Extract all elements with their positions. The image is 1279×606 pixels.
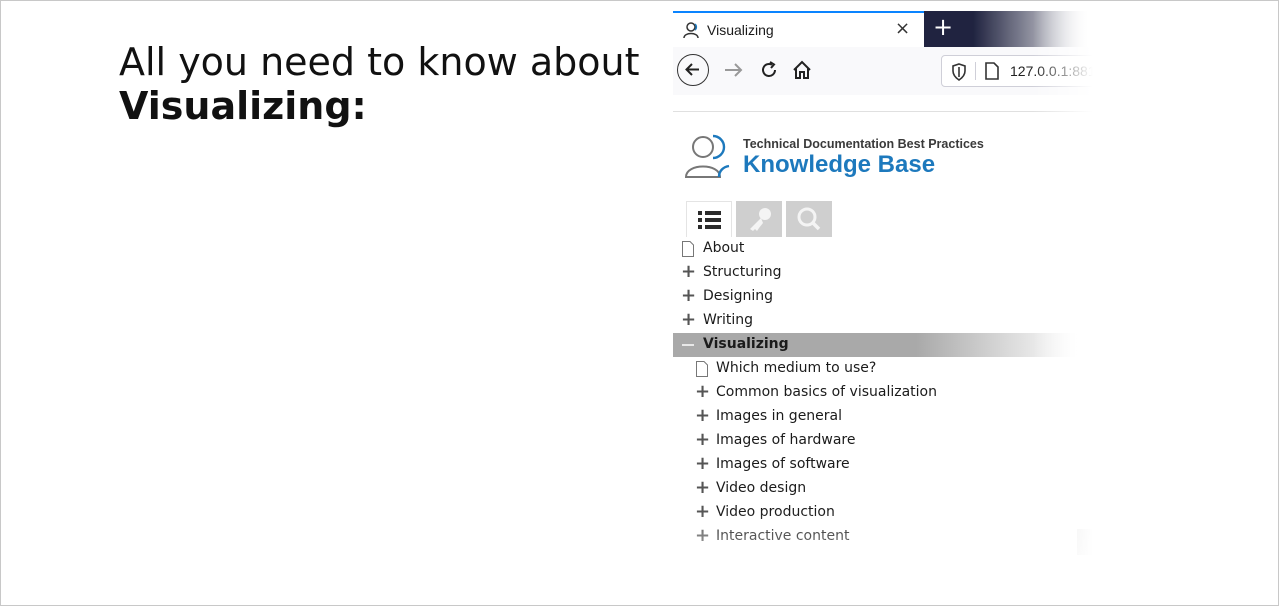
- url-text[interactable]: 127.0.0.1:881: [1010, 63, 1096, 79]
- tree-item-images-hardware[interactable]: + Images of hardware: [673, 429, 1078, 453]
- expand-plus-icon[interactable]: +: [695, 503, 710, 521]
- expand-plus-icon[interactable]: +: [695, 479, 710, 497]
- tree-item-interactive-content[interactable]: + Interactive content: [673, 525, 1078, 549]
- tab-bar: Visualizing × +: [673, 11, 1103, 47]
- toc-tree: About + Structuring + Designing + Writin…: [673, 237, 1078, 549]
- tree-item-label: Structuring: [703, 264, 782, 280]
- shield-icon[interactable]: [951, 63, 967, 81]
- navigation-bar: 127.0.0.1:881: [673, 47, 1103, 95]
- tab-title: Visualizing: [707, 22, 774, 38]
- tree-item-structuring[interactable]: + Structuring: [673, 261, 1078, 285]
- help-page: Technical Documentation Best Practices K…: [673, 113, 1103, 591]
- forward-arrow-icon[interactable]: [722, 58, 746, 82]
- url-separator: [975, 62, 976, 80]
- tree-item-label: About: [703, 240, 745, 256]
- collapse-minus-icon[interactable]: [682, 344, 694, 346]
- tree-item-label: Common basics of visualization: [716, 384, 937, 400]
- new-tab-button[interactable]: +: [933, 13, 953, 41]
- headline-line-1: All you need to know about: [119, 40, 640, 84]
- back-button[interactable]: [677, 54, 709, 86]
- expand-plus-icon[interactable]: +: [681, 311, 696, 329]
- sync-toc-icon[interactable]: [1077, 529, 1099, 555]
- index-tab-button[interactable]: [736, 201, 782, 237]
- kb-subtitle: Technical Documentation Best Practices: [743, 137, 984, 151]
- tabbar-fade: [973, 11, 1103, 47]
- tree-item-label: Writing: [703, 312, 753, 328]
- tree-item-images-software[interactable]: + Images of software: [673, 453, 1078, 477]
- home-icon[interactable]: [790, 58, 814, 82]
- tree-item-label: Which medium to use?: [716, 360, 877, 376]
- expand-plus-icon[interactable]: +: [681, 287, 696, 305]
- kb-title: Knowledge Base: [743, 151, 936, 178]
- browser-tab[interactable]: Visualizing ×: [673, 11, 924, 47]
- key-icon: [750, 208, 771, 231]
- tree-item-label: Video production: [716, 504, 835, 520]
- tree-item-which-medium[interactable]: Which medium to use?: [673, 357, 1078, 381]
- tree-item-label: Visualizing: [703, 336, 789, 352]
- tree-item-video-design[interactable]: + Video design: [673, 477, 1078, 501]
- tree-item-label: Images of hardware: [716, 432, 856, 448]
- browser-screenshot: Visualizing × + 127.0.0.1:881 Technical …: [673, 11, 1103, 591]
- expand-plus-icon[interactable]: +: [695, 383, 710, 401]
- contents-tab-button[interactable]: [686, 201, 732, 237]
- tree-item-label: Images of software: [716, 456, 850, 472]
- tree-item-visualizing[interactable]: Visualizing: [673, 333, 1078, 357]
- page-icon: [682, 241, 694, 257]
- expand-plus-icon[interactable]: +: [695, 527, 710, 545]
- headline-line-2: Visualizing:: [119, 84, 367, 128]
- tree-item-images-general[interactable]: + Images in general: [673, 405, 1078, 429]
- tree-item-label: Interactive content: [716, 528, 850, 544]
- expand-plus-icon[interactable]: +: [695, 455, 710, 473]
- reload-icon[interactable]: [757, 58, 781, 82]
- tab-close-button[interactable]: ×: [895, 18, 910, 39]
- tree-item-label: Images in general: [716, 408, 843, 424]
- tree-item-about[interactable]: About: [673, 237, 1078, 261]
- magnifier-icon: [797, 207, 821, 231]
- search-tab-button[interactable]: [786, 201, 832, 237]
- tree-item-common-basics[interactable]: + Common basics of visualization: [673, 381, 1078, 405]
- tree-item-label: Video design: [716, 480, 807, 496]
- knowledge-base-logo-icon: [684, 134, 730, 178]
- expand-plus-icon[interactable]: +: [695, 407, 710, 425]
- page-divider: [673, 111, 1103, 112]
- list-icon: [698, 211, 721, 229]
- back-arrow-icon: [685, 63, 699, 76]
- tree-item-writing[interactable]: + Writing: [673, 309, 1078, 333]
- user-icon: [683, 22, 699, 39]
- url-bar[interactable]: 127.0.0.1:881: [941, 55, 1103, 87]
- page-icon: [985, 62, 999, 80]
- tree-item-designing[interactable]: + Designing: [673, 285, 1078, 309]
- tree-item-video-production[interactable]: + Video production: [673, 501, 1078, 525]
- page-icon: [696, 361, 708, 377]
- tree-item-label: Designing: [703, 288, 773, 304]
- expand-plus-icon[interactable]: +: [681, 263, 696, 281]
- expand-plus-icon[interactable]: +: [695, 431, 710, 449]
- slide-headline: All you need to know about Visualizing:: [119, 40, 640, 128]
